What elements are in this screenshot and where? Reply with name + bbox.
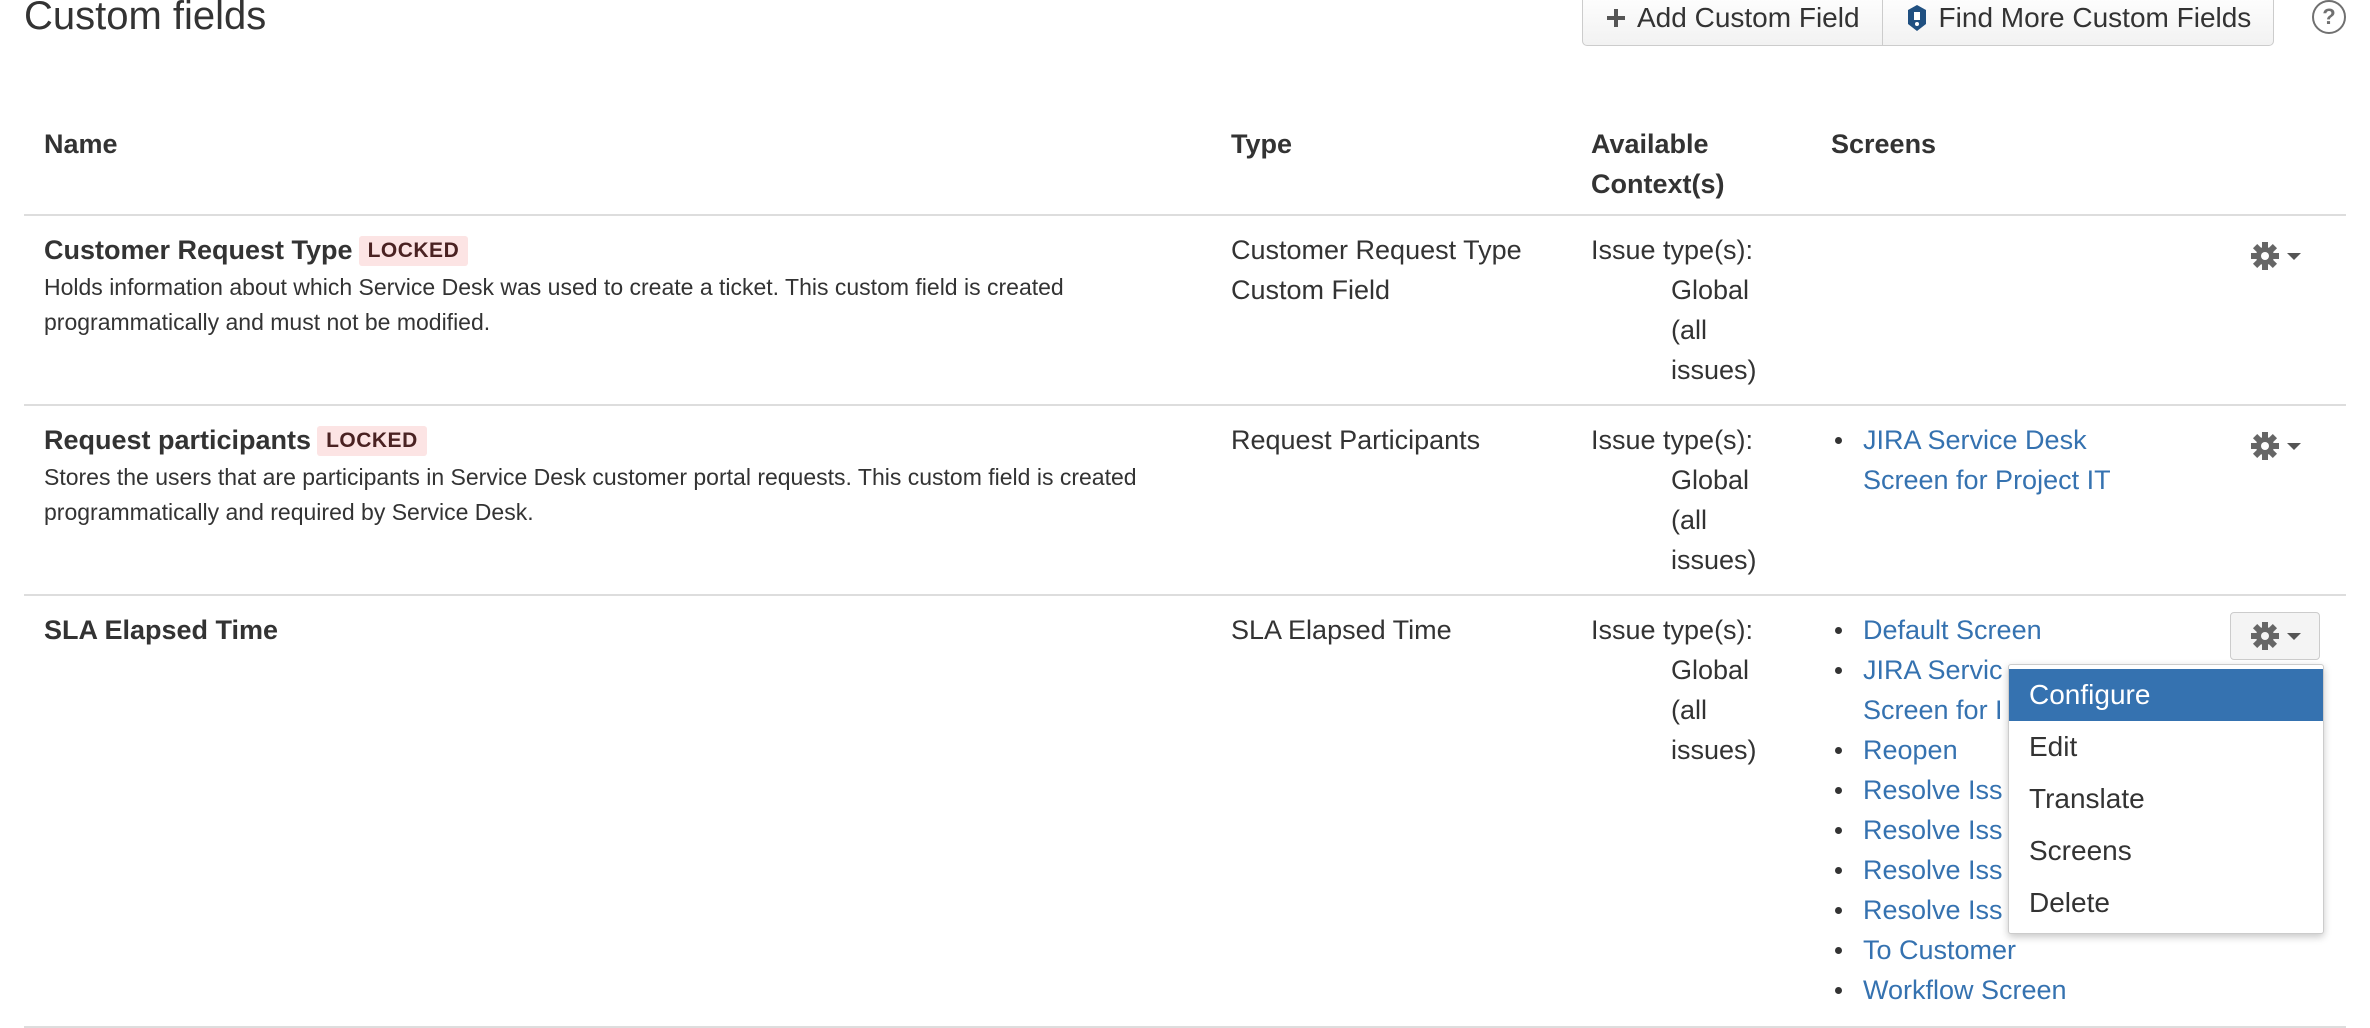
custom-field-toolbar: Add Custom Field Find More Custom Fields: [1582, 0, 2275, 46]
field-description-line: programmatically and required by Service…: [44, 499, 534, 525]
field-screens: JIRA Service Desk Screen for Project IT: [1831, 420, 2111, 500]
context-value-line: (all: [1671, 315, 1708, 345]
caret-down-icon: [2287, 442, 2301, 450]
field-type-line: SLA Elapsed Time: [1231, 615, 1452, 645]
screen-link[interactable]: JIRA Service Desk: [1863, 425, 2087, 455]
field-type: Customer Request Type Custom Field: [1231, 230, 1522, 310]
context-value-line: Global: [1671, 465, 1750, 495]
context-value-line: (all: [1671, 695, 1708, 725]
context-value-line: (all: [1671, 505, 1708, 535]
row-divider: [24, 404, 2346, 406]
field-name: Customer Request Type: [44, 235, 353, 265]
context-label: Issue type(s):: [1591, 425, 1754, 455]
screen-link[interactable]: To Customer: [1863, 935, 2016, 965]
screen-list-item: To Customer: [1831, 930, 2067, 970]
field-type-line: Request Participants: [1231, 425, 1481, 455]
menu-item-delete[interactable]: Delete: [2009, 877, 2323, 929]
context-label: Issue type(s):: [1591, 615, 1754, 645]
column-header-contexts-line1: Available: [1591, 129, 1709, 159]
add-custom-field-label: Add Custom Field: [1637, 2, 1860, 33]
caret-down-icon: [2287, 632, 2301, 640]
column-header-screens: Screens: [1831, 129, 1937, 159]
screen-list-item: Workflow Screen: [1831, 970, 2067, 1010]
field-type-line: Customer Request Type: [1231, 235, 1522, 265]
page-title: Custom fields: [24, 0, 267, 38]
screen-link[interactable]: Screen for I: [1863, 695, 2003, 725]
field-description: Stores the users that are participants i…: [44, 460, 1194, 530]
context-value-line: issues): [1671, 735, 1757, 765]
find-more-custom-fields-button[interactable]: Find More Custom Fields: [1881, 0, 2274, 45]
table-row: Request participants LOCKED Stores the us…: [44, 420, 1194, 530]
menu-item-configure[interactable]: Configure: [2009, 669, 2323, 721]
menu-item-edit[interactable]: Edit: [2009, 721, 2323, 773]
screen-link[interactable]: Default Screen: [1863, 615, 2042, 645]
field-description-line: Holds information about which Service De…: [44, 274, 1064, 300]
field-type-line: Custom Field: [1231, 275, 1391, 305]
help-icon[interactable]: ?: [2312, 0, 2346, 34]
context-value-line: issues): [1671, 355, 1757, 385]
screen-link[interactable]: Resolve Iss: [1863, 775, 2003, 805]
field-description-line: Stores the users that are participants i…: [44, 464, 1137, 490]
row-actions-dropdown: Configure Edit Translate Screens Delete: [2008, 664, 2324, 934]
row-actions-button[interactable]: [2230, 422, 2320, 470]
column-header-name: Name: [44, 129, 118, 159]
screen-list-item: JIRA Service Desk Screen for Project IT: [1831, 420, 2111, 500]
field-name: SLA Elapsed Time: [44, 615, 279, 645]
column-header-contexts: Available Context(s): [1591, 124, 1725, 204]
column-header-type: Type: [1231, 129, 1293, 159]
context-value-line: Global: [1671, 275, 1750, 305]
screen-list-item: Default Screen: [1831, 610, 2067, 650]
header-divider: [24, 214, 2346, 216]
field-context: Issue type(s): Global (all issues): [1591, 610, 1757, 770]
screen-link[interactable]: Resolve Iss: [1863, 855, 2003, 885]
table-row: SLA Elapsed Time: [44, 610, 278, 650]
locked-badge: LOCKED: [358, 236, 469, 266]
column-header-contexts-line2: Context(s): [1591, 169, 1725, 199]
locked-badge: LOCKED: [317, 426, 427, 456]
add-custom-field-button[interactable]: Add Custom Field: [1583, 0, 1882, 45]
screen-link[interactable]: Workflow Screen: [1863, 975, 2067, 1005]
field-context: Issue type(s): Global (all issues): [1591, 420, 1757, 580]
field-description-line: programmatically and must not be modifie…: [44, 309, 491, 335]
screen-link[interactable]: Resolve Iss: [1863, 815, 2003, 845]
gear-icon: [2251, 622, 2279, 650]
gear-icon: [2251, 242, 2279, 270]
screen-link[interactable]: Reopen: [1863, 735, 1958, 765]
menu-item-screens[interactable]: Screens: [2009, 825, 2323, 877]
find-more-custom-fields-label: Find More Custom Fields: [1938, 2, 2252, 33]
row-divider: [24, 594, 2346, 596]
context-value-line: issues): [1671, 545, 1757, 575]
context-value-line: Global: [1671, 655, 1750, 685]
context-label: Issue type(s):: [1591, 235, 1754, 265]
field-context: Issue type(s): Global (all issues): [1591, 230, 1757, 390]
gear-icon: [2251, 432, 2279, 460]
screen-link[interactable]: JIRA Servic: [1863, 655, 2003, 685]
field-type: Request Participants: [1231, 420, 1480, 460]
row-actions-button-active[interactable]: [2230, 612, 2320, 660]
screen-link[interactable]: Screen for Project IT: [1863, 465, 2111, 495]
row-actions-button[interactable]: [2230, 232, 2320, 280]
field-description: Holds information about which Service De…: [44, 270, 1194, 340]
jira-marketplace-icon: [1905, 3, 1929, 33]
field-name: Request participants: [44, 425, 312, 455]
plus-icon: [1605, 7, 1627, 29]
field-type: SLA Elapsed Time: [1231, 610, 1452, 650]
menu-item-translate[interactable]: Translate: [2009, 773, 2323, 825]
screen-link[interactable]: Resolve Iss: [1863, 895, 2003, 925]
table-row: Customer Request Type LOCKED Holds inform…: [44, 230, 1194, 340]
caret-down-icon: [2287, 252, 2301, 260]
